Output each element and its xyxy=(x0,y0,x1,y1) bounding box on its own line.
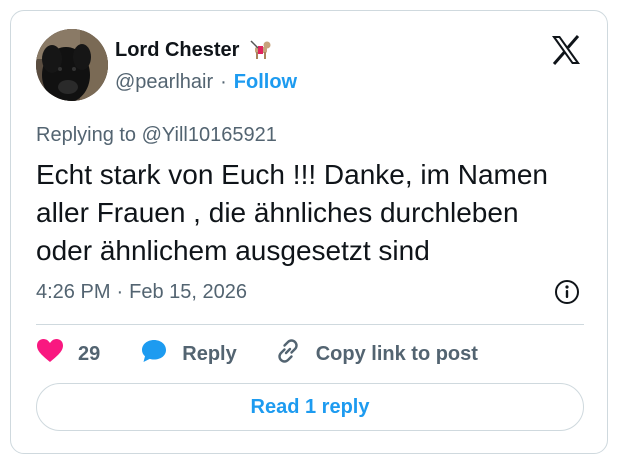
actions-divider xyxy=(36,324,584,325)
author-handle-row: @pearlhair · Follow xyxy=(115,71,297,94)
timestamp-separator: · xyxy=(116,281,124,303)
author-handle[interactable]: @pearlhair xyxy=(115,71,213,94)
post-text: Echt stark von Euch !!! Danke, im Namen … xyxy=(36,159,548,266)
heart-icon xyxy=(36,338,64,370)
reply-context: Replying to @Yill10165921 xyxy=(36,124,277,147)
speech-bubble-icon xyxy=(140,338,168,370)
reply-context-prefix: Replying to xyxy=(36,124,142,146)
post-timestamp-row: 4:26 PM · Feb 15, 2026 xyxy=(36,281,247,304)
embedded-post-card: Lord Chester @pearlhair · Follow Replyin… xyxy=(10,10,608,454)
dog-avatar-image xyxy=(36,29,108,101)
guide-dog-icon xyxy=(247,37,273,63)
read-replies-button[interactable]: Read 1 reply xyxy=(36,383,584,431)
follow-button[interactable]: Follow xyxy=(234,71,297,94)
copy-link-label: Copy link to post xyxy=(315,342,478,365)
reply-context-mention[interactable]: @Yill10165921 xyxy=(142,124,277,146)
link-icon xyxy=(274,337,302,371)
post-actions-bar: 29 Reply Copy link to post xyxy=(36,339,478,369)
reply-label: Reply xyxy=(182,342,237,365)
post-time[interactable]: 4:26 PM xyxy=(36,281,110,304)
handle-separator: · xyxy=(220,71,227,93)
reply-button[interactable]: Reply xyxy=(140,338,237,370)
author-avatar[interactable] xyxy=(36,29,108,101)
like-count: 29 xyxy=(78,342,101,365)
post-date[interactable]: Feb 15, 2026 xyxy=(129,281,247,304)
info-icon[interactable] xyxy=(554,279,580,305)
like-button[interactable]: 29 xyxy=(36,338,100,370)
x-logo-icon[interactable] xyxy=(549,33,583,67)
author-name-row: Lord Chester xyxy=(115,37,273,63)
author-display-name[interactable]: Lord Chester xyxy=(115,39,239,62)
copy-link-button[interactable]: Copy link to post xyxy=(274,337,478,371)
